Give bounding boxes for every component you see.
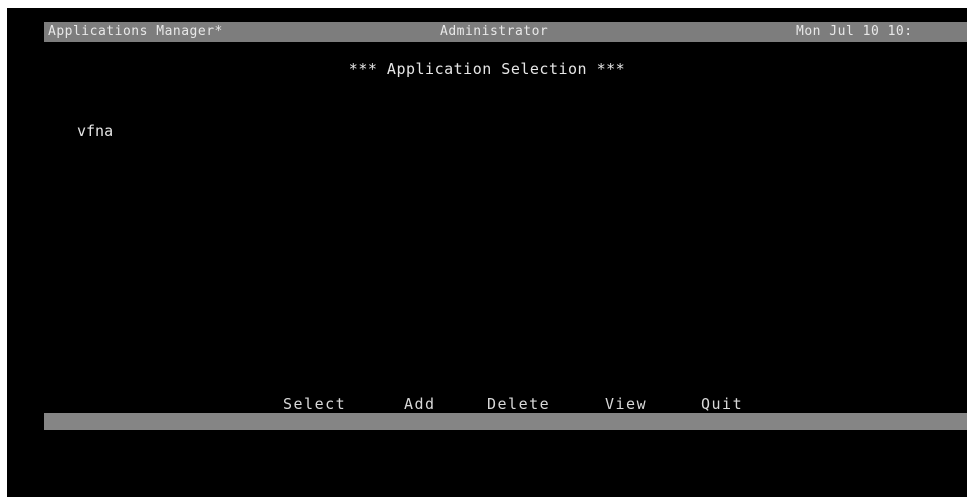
select-menu-item[interactable]: Select [283, 393, 346, 415]
quit-menu-item[interactable]: Quit [701, 393, 743, 415]
delete-menu-item[interactable]: Delete [487, 393, 550, 415]
view-menu-item[interactable]: View [605, 393, 647, 415]
app-title: Applications Manager* [48, 24, 223, 39]
application-list: vfna [77, 121, 113, 141]
application-item[interactable]: vfna [77, 121, 113, 141]
status-bar [44, 413, 967, 430]
screen-heading: *** Application Selection *** [348, 60, 626, 78]
date-time: Mon Jul 10 10: [796, 24, 913, 39]
terminal-screen: Applications Manager* Administrator Mon … [7, 8, 967, 497]
menu-bar: Select Add Delete View Quit [7, 393, 967, 415]
title-bar: Applications Manager* Administrator Mon … [44, 22, 967, 42]
user-name: Administrator [440, 24, 549, 39]
add-menu-item[interactable]: Add [404, 393, 436, 415]
